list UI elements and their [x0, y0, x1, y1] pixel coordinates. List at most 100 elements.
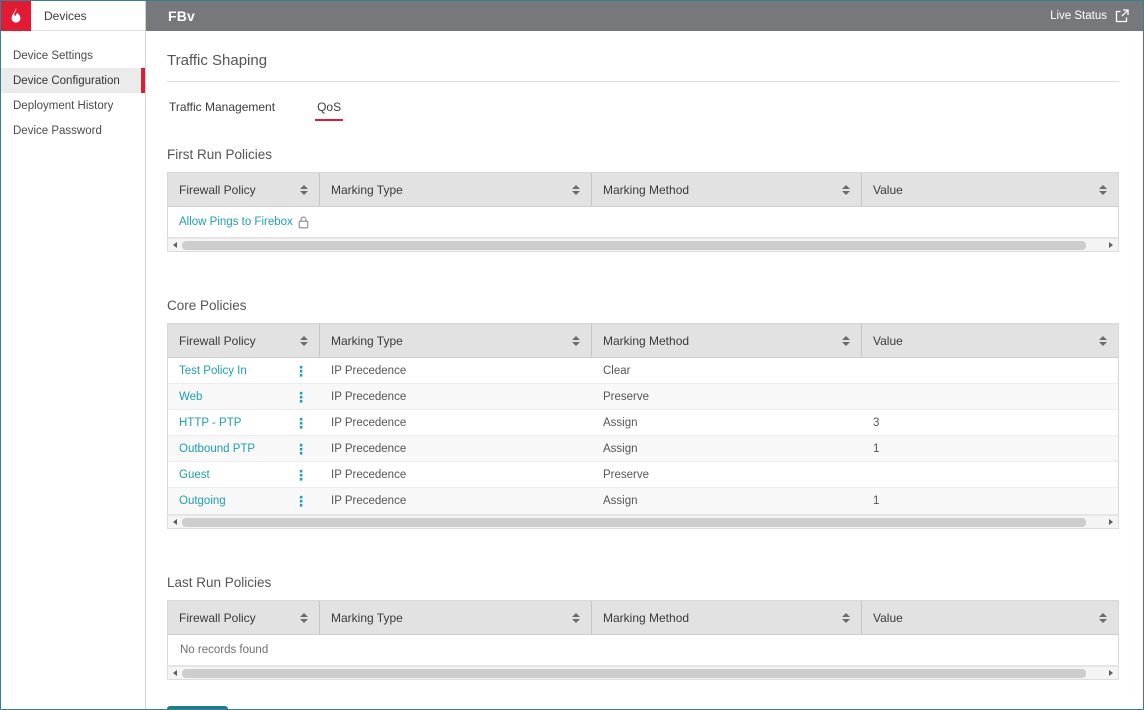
sidebar-item-deployment-history[interactable]: Deployment History [1, 93, 145, 118]
value-cell: 1 [862, 488, 1118, 514]
firewall-policy-cell: Allow Pings to Firebox [168, 207, 320, 237]
flame-icon [8, 7, 24, 25]
core-table: Firewall Policy Marking Type Marking Met… [167, 323, 1119, 515]
live-status-link[interactable]: Live Status [1050, 9, 1129, 23]
lock-icon [298, 216, 309, 229]
first-run-table: Firewall Policy Marking Type Marking Met… [167, 172, 1119, 238]
value-cell [862, 462, 1118, 487]
table-header-row: Firewall Policy Marking Type Marking Met… [168, 324, 1118, 358]
kebab-menu-icon[interactable]: ⋮ [293, 494, 309, 508]
sidebar-brand-label: Devices [31, 9, 87, 23]
column-header-marking-method[interactable]: Marking Method [592, 173, 862, 206]
sort-icon[interactable] [300, 185, 308, 195]
page-title: Traffic Shaping [167, 52, 1119, 82]
marking-method-cell: Clear [592, 358, 862, 383]
marking-method-cell: Preserve [592, 462, 862, 487]
sort-icon[interactable] [572, 336, 580, 346]
firewall-policy-cell: Web ⋮ [168, 384, 320, 409]
policy-link[interactable]: Allow Pings to Firebox [179, 216, 293, 228]
main-area: FBv Live Status Traffic Shaping Traffic … [146, 1, 1143, 709]
table-row: Outgoing ⋮ IP Precedence Assign 1 [168, 488, 1118, 514]
column-header-firewall-policy[interactable]: Firewall Policy [168, 601, 320, 634]
sidebar-item-device-password[interactable]: Device Password [1, 118, 145, 143]
scroll-right-arrow-icon[interactable] [1109, 670, 1113, 676]
value-cell: 1 [862, 436, 1118, 461]
table-header-row: Firewall Policy Marking Type Marking Met… [168, 173, 1118, 207]
tab-traffic-management[interactable]: Traffic Management [167, 100, 277, 121]
value-cell [862, 358, 1118, 383]
kebab-menu-icon[interactable]: ⋮ [293, 390, 309, 404]
table-header-row: Firewall Policy Marking Type Marking Met… [168, 601, 1118, 635]
marking-method-cell: Assign [592, 410, 862, 435]
last-run-table: Firewall Policy Marking Type Marking Met… [167, 600, 1119, 666]
policy-link[interactable]: Outgoing [179, 495, 226, 507]
policy-link[interactable]: Test Policy In [179, 365, 247, 377]
column-header-marking-type[interactable]: Marking Type [320, 173, 592, 206]
watchguard-flame-logo[interactable] [1, 1, 31, 31]
sort-icon[interactable] [572, 613, 580, 623]
column-header-value[interactable]: Value [862, 324, 1118, 357]
column-header-label: Firewall Policy [179, 611, 256, 625]
column-header-label: Value [873, 334, 903, 348]
column-header-value[interactable]: Value [862, 601, 1118, 634]
device-name: FBv [168, 8, 195, 24]
scroll-left-arrow-icon[interactable] [173, 670, 177, 676]
marking-type-cell: IP Precedence [320, 410, 592, 435]
column-header-label: Marking Method [603, 183, 689, 197]
sort-icon[interactable] [1099, 336, 1107, 346]
sort-icon[interactable] [1099, 185, 1107, 195]
sidebar-item-device-configuration[interactable]: Device Configuration [1, 68, 145, 93]
horizontal-scrollbar[interactable] [167, 666, 1119, 680]
scrollbar-thumb[interactable] [182, 518, 1086, 527]
sort-icon[interactable] [842, 336, 850, 346]
marking-type-cell: IP Precedence [320, 436, 592, 461]
back-button[interactable]: BACK [167, 706, 228, 709]
scroll-left-arrow-icon[interactable] [173, 242, 177, 248]
sort-icon[interactable] [842, 185, 850, 195]
table-row: HTTP - PTP ⋮ IP Precedence Assign 3 [168, 410, 1118, 436]
column-header-label: Marking Method [603, 611, 689, 625]
marking-method-cell: Preserve [592, 384, 862, 409]
sort-icon[interactable] [842, 613, 850, 623]
column-header-marking-method[interactable]: Marking Method [592, 324, 862, 357]
sort-icon[interactable] [300, 613, 308, 623]
sort-icon[interactable] [1099, 613, 1107, 623]
scroll-left-arrow-icon[interactable] [173, 519, 177, 525]
horizontal-scrollbar[interactable] [167, 515, 1119, 529]
column-header-marking-method[interactable]: Marking Method [592, 601, 862, 634]
scroll-right-arrow-icon[interactable] [1109, 242, 1113, 248]
firewall-policy-cell: HTTP - PTP ⋮ [168, 410, 320, 435]
sidebar: Devices Device Settings Device Configura… [1, 1, 146, 709]
sidebar-item-device-settings[interactable]: Device Settings [1, 43, 145, 68]
marking-method-cell: Assign [592, 488, 862, 514]
firewall-policy-cell: Outgoing ⋮ [168, 488, 320, 514]
table-row: Allow Pings to Firebox [168, 207, 1118, 237]
tab-qos[interactable]: QoS [315, 100, 343, 121]
kebab-menu-icon[interactable]: ⋮ [293, 364, 309, 378]
horizontal-scrollbar[interactable] [167, 238, 1119, 252]
value-cell [862, 384, 1118, 409]
column-header-label: Marking Type [331, 183, 403, 197]
kebab-menu-icon[interactable]: ⋮ [293, 468, 309, 482]
sidebar-nav: Device Settings Device Configuration Dep… [1, 31, 145, 143]
scroll-right-arrow-icon[interactable] [1109, 519, 1113, 525]
column-header-value[interactable]: Value [862, 173, 1118, 206]
policy-link[interactable]: Guest [179, 469, 210, 481]
sort-icon[interactable] [572, 185, 580, 195]
kebab-menu-icon[interactable]: ⋮ [293, 416, 309, 430]
column-header-firewall-policy[interactable]: Firewall Policy [168, 173, 320, 206]
scrollbar-thumb[interactable] [182, 241, 1086, 250]
tab-bar: Traffic Management QoS [167, 100, 1119, 121]
policy-link[interactable]: HTTP - PTP [179, 417, 241, 429]
table-row: Web ⋮ IP Precedence Preserve [168, 384, 1118, 410]
scrollbar-thumb[interactable] [182, 669, 1086, 678]
column-header-label: Firewall Policy [179, 334, 256, 348]
column-header-marking-type[interactable]: Marking Type [320, 601, 592, 634]
column-header-firewall-policy[interactable]: Firewall Policy [168, 324, 320, 357]
policy-link[interactable]: Outbound PTP [179, 443, 255, 455]
app-window: Devices Device Settings Device Configura… [0, 0, 1144, 710]
policy-link[interactable]: Web [179, 391, 202, 403]
kebab-menu-icon[interactable]: ⋮ [293, 442, 309, 456]
sort-icon[interactable] [300, 336, 308, 346]
column-header-marking-type[interactable]: Marking Type [320, 324, 592, 357]
